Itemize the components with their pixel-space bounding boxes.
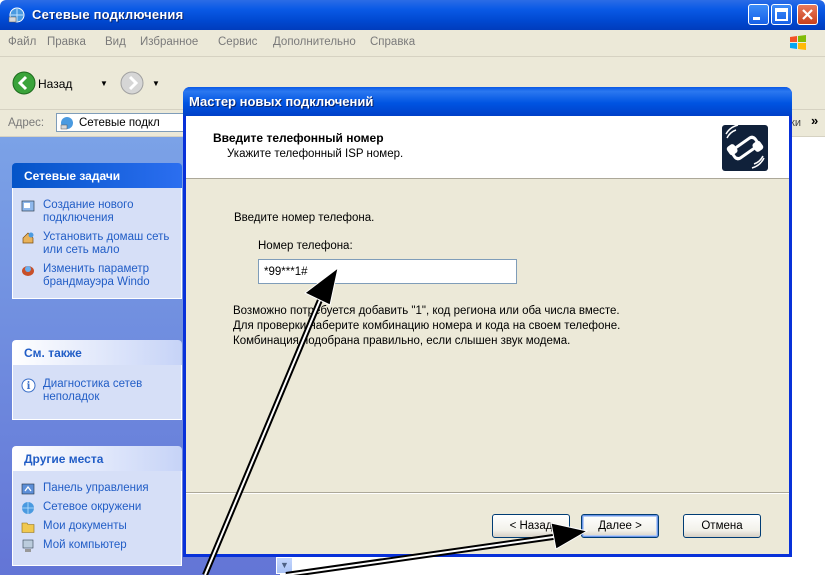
firewall-icon bbox=[21, 263, 35, 281]
dialog-title: Мастер новых подключений bbox=[189, 94, 374, 109]
close-button[interactable] bbox=[797, 4, 818, 25]
intro-text: Введите номер телефона. bbox=[234, 212, 375, 224]
network-tasks-panel: Сетевые задачи Создание нового подключен… bbox=[12, 163, 182, 299]
new-connection-wizard: Мастер новых подключений Введите телефон… bbox=[183, 87, 792, 557]
task-label: Изменить параметр брандмауэра Windo bbox=[43, 263, 150, 288]
back-label[interactable]: Назад bbox=[38, 77, 72, 91]
info-icon: i bbox=[21, 378, 36, 397]
place-my-documents[interactable]: Мои документы bbox=[13, 517, 181, 536]
home-network-icon bbox=[21, 231, 35, 249]
forward-dropdown-icon[interactable]: ▼ bbox=[152, 79, 160, 88]
task-home-network[interactable]: Установить домаш сеть или сеть мало bbox=[13, 228, 181, 260]
back-dropdown-icon[interactable]: ▼ bbox=[100, 79, 108, 88]
task-label: Создание нового подключения bbox=[43, 199, 134, 224]
menu-help[interactable]: Справка bbox=[370, 36, 415, 48]
windows-logo-icon bbox=[789, 34, 807, 52]
place-network-places[interactable]: Сетевое окружени bbox=[13, 498, 181, 517]
see-also-panel: См. также i Диагностика сетев неполадок bbox=[12, 340, 182, 420]
back-button[interactable] bbox=[12, 71, 36, 98]
hint-line: Комбинация подобрана правильно, если слы… bbox=[233, 335, 571, 347]
my-computer-icon bbox=[21, 539, 35, 557]
see-also-title: См. также bbox=[24, 346, 82, 360]
address-input[interactable]: Сетевые подкл bbox=[56, 113, 196, 132]
menu-bar: Файл Правка Вид Избранное Сервис Дополни… bbox=[0, 30, 825, 57]
address-label: Адрес: bbox=[8, 117, 45, 129]
window-title: Сетевые подключения bbox=[32, 7, 184, 22]
task-create-connection[interactable]: Создание нового подключения bbox=[13, 196, 181, 228]
phone-label: Номер телефона: bbox=[258, 240, 353, 252]
network-tasks-title: Сетевые задачи bbox=[24, 169, 121, 183]
hint-text: Возможно потребуется добавить "1", код р… bbox=[233, 304, 620, 349]
menu-advanced[interactable]: Дополнительно bbox=[273, 36, 356, 48]
network-connections-icon bbox=[60, 116, 75, 134]
see-also-header[interactable]: См. также bbox=[12, 340, 182, 365]
dialog-titlebar[interactable]: Мастер новых подключений bbox=[183, 87, 792, 116]
address-value: Сетевые подкл bbox=[79, 117, 160, 129]
hint-line: Возможно потребуется добавить "1", код р… bbox=[233, 305, 620, 317]
menu-file[interactable]: Файл bbox=[8, 36, 36, 48]
phone-icon bbox=[721, 124, 769, 172]
window-titlebar: Сетевые подключения bbox=[0, 0, 825, 30]
wizard-header: Введите телефонный номер Укажите телефон… bbox=[186, 116, 789, 179]
svg-text:i: i bbox=[27, 381, 31, 392]
menu-edit[interactable]: Правка bbox=[47, 36, 86, 48]
phone-number-input[interactable] bbox=[258, 259, 517, 284]
new-connection-icon bbox=[21, 199, 35, 217]
network-connections-icon bbox=[8, 6, 26, 27]
network-tasks-header[interactable]: Сетевые задачи bbox=[12, 163, 182, 188]
wizard-step-subtitle: Укажите телефонный ISP номер. bbox=[227, 148, 404, 160]
task-firewall-settings[interactable]: Изменить параметр брандмауэра Windo bbox=[13, 260, 181, 292]
place-control-panel[interactable]: Панель управления bbox=[13, 479, 181, 498]
other-places-panel: Другие места Панель управления Сетевое о… bbox=[12, 446, 182, 566]
next-button[interactable]: Далее > bbox=[581, 514, 659, 538]
menu-tools[interactable]: Сервис bbox=[218, 36, 257, 48]
menu-favorites[interactable]: Избранное bbox=[140, 36, 198, 48]
other-places-header[interactable]: Другие места bbox=[12, 446, 182, 471]
task-label: Диагностика сетев неполадок bbox=[43, 378, 143, 403]
button-separator bbox=[186, 492, 789, 494]
scroll-down-button[interactable]: ▼ bbox=[276, 557, 293, 574]
minimize-button[interactable] bbox=[748, 4, 769, 25]
cancel-button[interactable]: Отмена bbox=[683, 514, 761, 538]
place-label: Мои документы bbox=[43, 520, 127, 532]
other-places-title: Другие места bbox=[24, 452, 104, 466]
maximize-button[interactable] bbox=[771, 4, 792, 25]
place-label: Панель управления bbox=[43, 482, 149, 494]
back-wizard-button[interactable]: < Назад bbox=[492, 514, 570, 538]
task-label: Установить домаш сеть или сеть мало bbox=[43, 231, 170, 256]
task-diagnostics[interactable]: i Диагностика сетев неполадок bbox=[13, 375, 181, 407]
menu-view[interactable]: Вид bbox=[105, 36, 126, 48]
place-label: Мой компьютер bbox=[43, 539, 127, 551]
place-my-computer[interactable]: Мой компьютер bbox=[13, 536, 181, 555]
wizard-step-title: Введите телефонный номер bbox=[213, 131, 384, 145]
place-label: Сетевое окружени bbox=[43, 501, 142, 513]
hint-line: Для проверки наберите комбинацию номера … bbox=[233, 320, 621, 332]
forward-button[interactable] bbox=[120, 71, 144, 98]
chevron-right-icon[interactable]: » bbox=[811, 113, 818, 128]
